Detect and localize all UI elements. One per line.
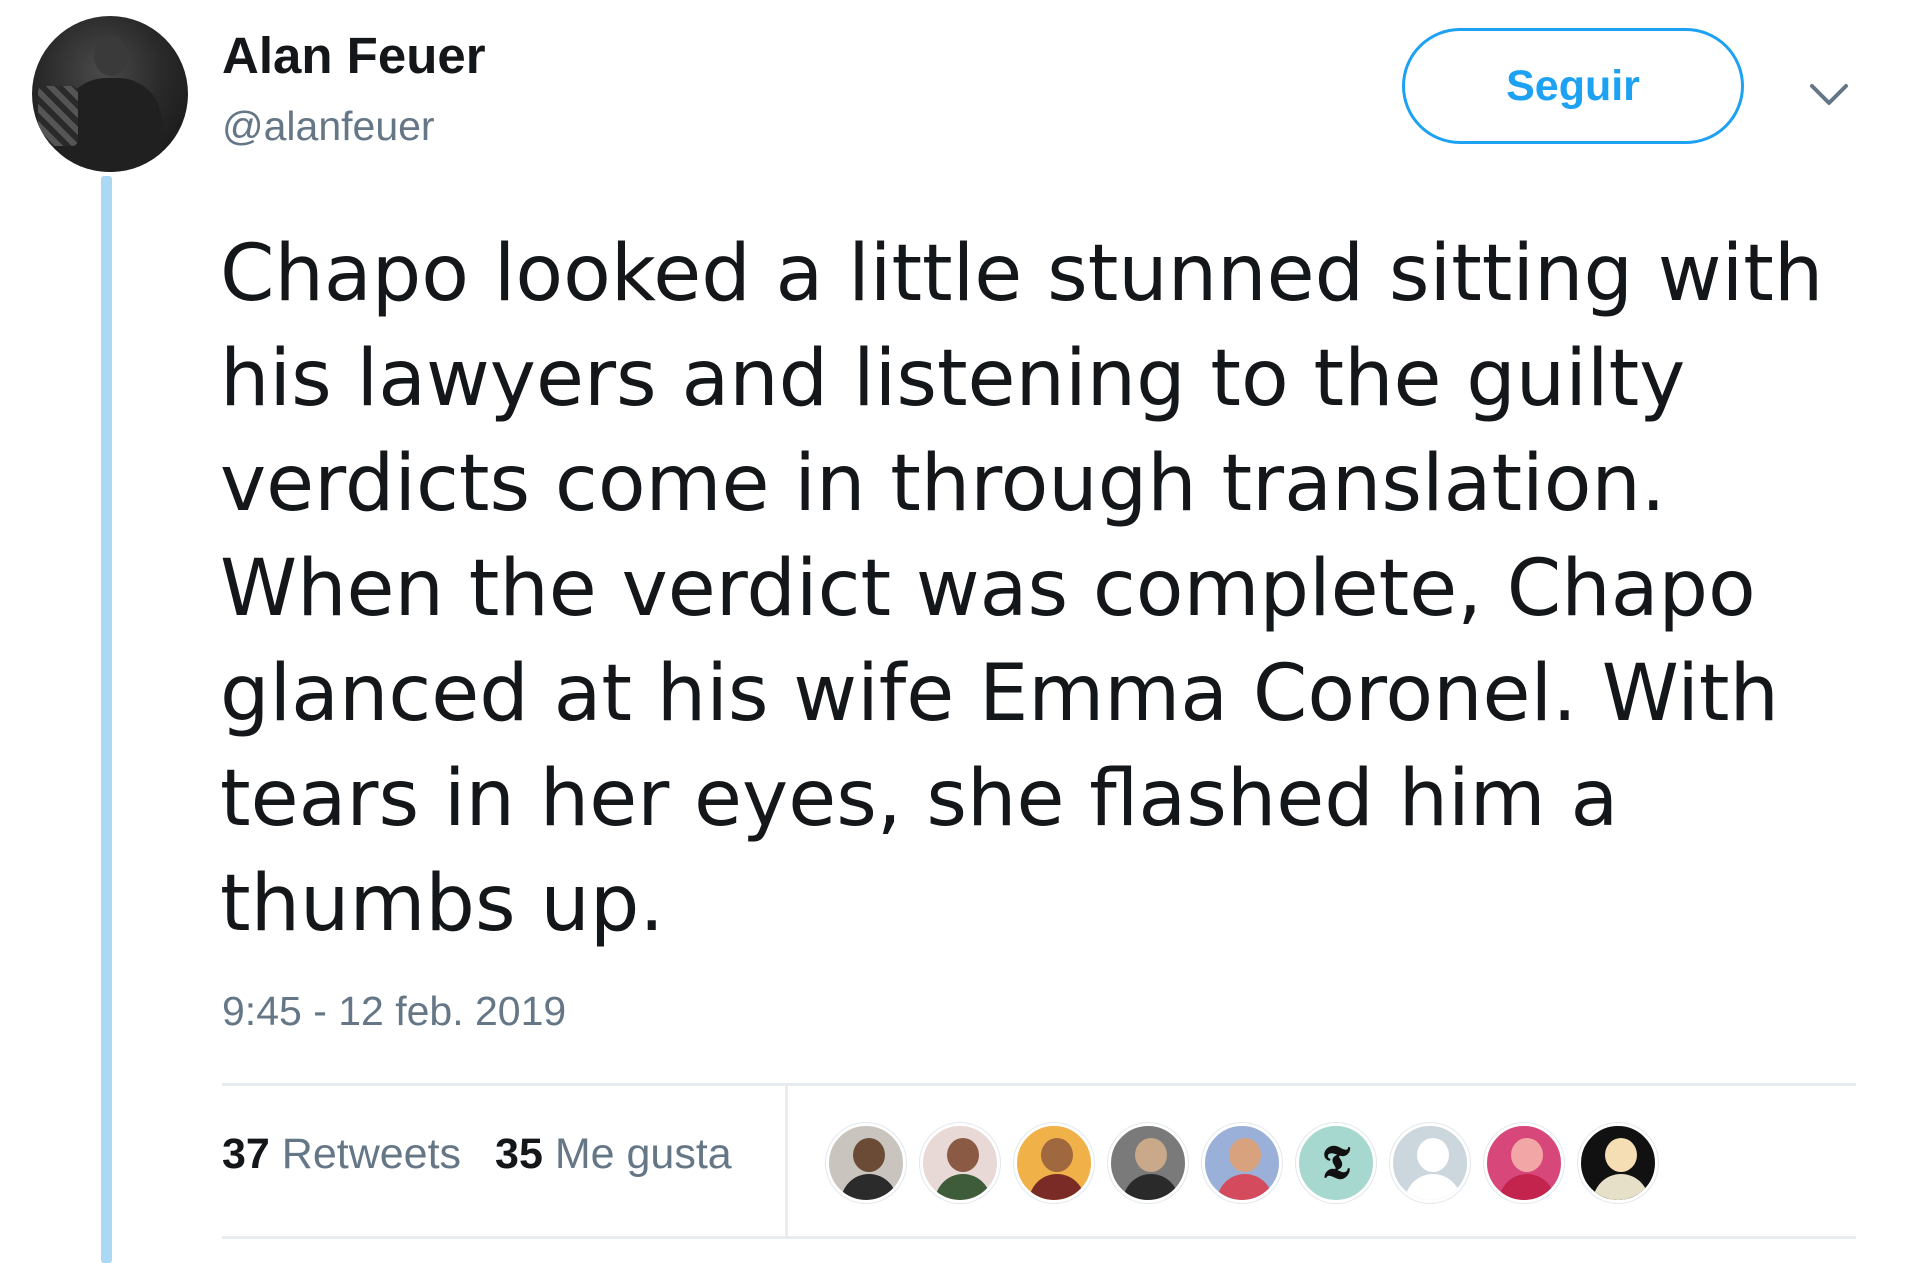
avatar-body	[1499, 1174, 1555, 1200]
likes-count: 35	[495, 1130, 543, 1178]
author-avatar[interactable]	[32, 16, 188, 172]
retweets-stat[interactable]: 37 Retweets	[222, 1130, 461, 1179]
avatar-body	[1029, 1174, 1085, 1200]
avatar-head	[1135, 1138, 1167, 1172]
follow-button[interactable]: Seguir	[1402, 28, 1744, 144]
tweet-text: Chapo looked a little stunned sitting wi…	[220, 222, 1900, 957]
avatar-head	[1511, 1138, 1543, 1172]
tweet-line: When the verdict was complete, Chapo	[220, 544, 1756, 634]
nyt-logo-icon: 𝕿	[1321, 1135, 1351, 1189]
retweets-count: 37	[222, 1130, 270, 1178]
tweet-timestamp[interactable]: 9:45 - 12 feb. 2019	[222, 988, 566, 1035]
avatar-body	[841, 1174, 897, 1200]
liker-avatar-2[interactable]	[920, 1123, 1000, 1203]
divider	[222, 1083, 1856, 1086]
avatar-head	[1605, 1138, 1637, 1172]
tweet-stats: 37 Retweets 35 Me gusta	[222, 1130, 732, 1179]
avatar-head	[947, 1138, 979, 1172]
divider	[785, 1086, 788, 1236]
divider	[222, 1236, 1856, 1239]
liker-avatar-7[interactable]	[1390, 1123, 1470, 1203]
avatar-body	[935, 1174, 991, 1200]
liker-avatar-5[interactable]	[1202, 1123, 1282, 1203]
avatar-body	[1217, 1174, 1273, 1200]
more-options-button[interactable]	[1806, 72, 1852, 118]
thread-line	[101, 176, 112, 1263]
avatar-head	[853, 1138, 885, 1172]
tweet-line: tears in her eyes, she flashed him a	[220, 754, 1619, 844]
liker-avatar-1[interactable]	[826, 1123, 906, 1203]
avatar-body	[1405, 1174, 1461, 1200]
avatar-head	[1229, 1138, 1261, 1172]
likes-label: Me gusta	[542, 1130, 732, 1178]
retweets-label: Retweets	[269, 1130, 462, 1178]
liker-avatar-3[interactable]	[1014, 1123, 1094, 1203]
tweet-line: Chapo looked a little stunned sitting wi…	[220, 229, 1824, 319]
tweet-line: glanced at his wife Emma Coronel. With	[220, 649, 1779, 739]
liker-avatars: 𝕿	[826, 1123, 1672, 1203]
avatar-head	[1041, 1138, 1073, 1172]
author-handle[interactable]: @alanfeuer	[222, 103, 435, 150]
liker-avatar-9[interactable]	[1578, 1123, 1658, 1203]
tweet-line: verdicts come in through translation.	[220, 439, 1666, 529]
liker-avatar-8[interactable]	[1484, 1123, 1564, 1203]
tweet-line: thumbs up.	[220, 859, 665, 949]
tweet-line: his lawyers and listening to the guilty	[220, 334, 1686, 424]
liker-avatar-4[interactable]	[1108, 1123, 1188, 1203]
avatar-head	[1417, 1138, 1449, 1172]
liker-avatar-nyt[interactable]: 𝕿	[1296, 1123, 1376, 1203]
avatar-body	[1123, 1174, 1179, 1200]
author-name[interactable]: Alan Feuer	[222, 26, 486, 85]
avatar-body	[1593, 1174, 1649, 1200]
chevron-down-icon	[1810, 84, 1848, 105]
likes-stat[interactable]: 35 Me gusta	[495, 1130, 732, 1179]
